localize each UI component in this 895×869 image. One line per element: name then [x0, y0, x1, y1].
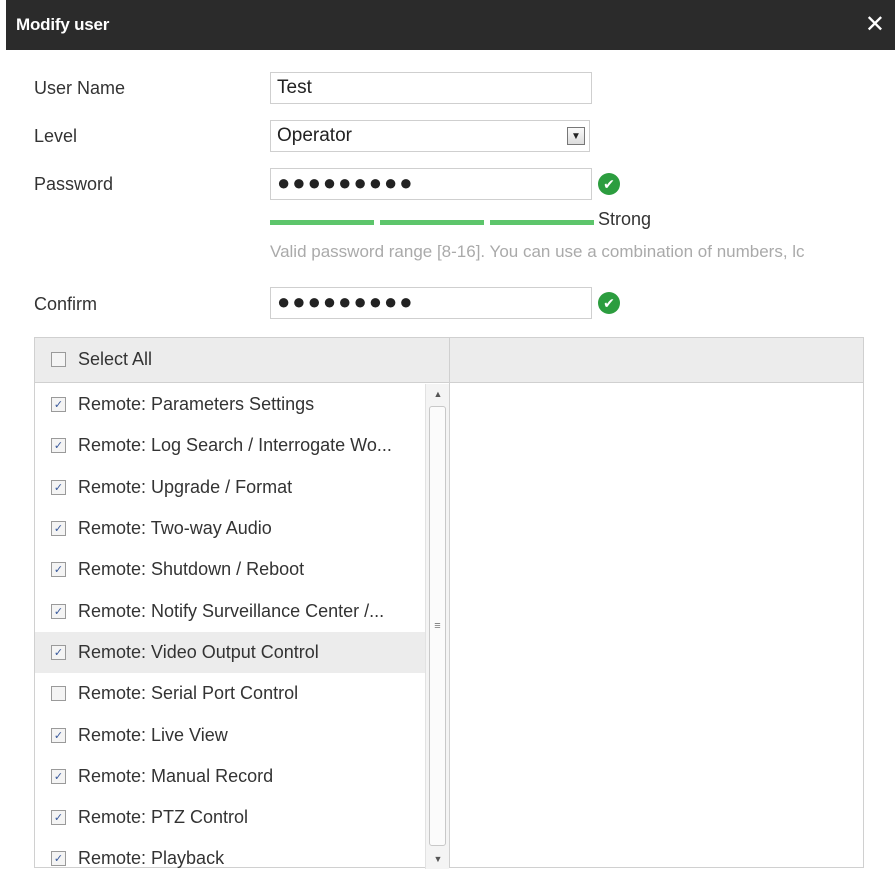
select-all-label: Select All — [78, 349, 153, 369]
scroll-up-icon[interactable]: ▲ — [426, 384, 450, 404]
strength-bar-segment-1 — [270, 220, 374, 225]
strength-bar-segment-2 — [380, 220, 484, 225]
password-field[interactable]: ●●●●●●●●● — [270, 168, 592, 200]
close-icon[interactable]: ✕ — [865, 13, 895, 37]
checkbox[interactable]: ✓ — [51, 727, 66, 743]
checkbox[interactable]: ✓ — [51, 644, 66, 660]
permission-item[interactable]: Remote: Serial Port Control — [35, 673, 425, 714]
permission-item[interactable]: ✓ Remote: PTZ Control — [35, 797, 425, 838]
permission-label: Remote: Parameters Settings — [78, 394, 315, 415]
list-scrollbar[interactable]: ▲ ≡ ▼ — [425, 384, 449, 869]
strength-label: Strong — [598, 209, 652, 229]
permission-label: Remote: Log Search / Interrogate Wo... — [78, 435, 392, 456]
panel-divider — [449, 338, 450, 867]
checkbox[interactable] — [51, 352, 66, 367]
username-label: User Name — [34, 78, 126, 98]
permission-list: ✓ Remote: Parameters Settings ✓ Remote: Lo… — [35, 384, 425, 869]
password-hint: Valid password range [8-16]. You can use… — [270, 242, 805, 261]
scroll-thumb[interactable]: ≡ — [429, 406, 446, 846]
checkbox[interactable]: ✓ — [51, 562, 66, 578]
permission-label: Remote: PTZ Control — [78, 807, 249, 828]
check-circle-icon: ✔ — [598, 173, 620, 195]
permission-label: Remote: Playback — [78, 848, 225, 869]
checkbox[interactable]: ✓ — [51, 810, 66, 826]
level-label: Level — [34, 126, 78, 146]
grip-icon: ≡ — [434, 620, 441, 632]
permission-label: Remote: Two-way Audio — [78, 518, 272, 539]
permission-item[interactable]: ✓ Remote: Manual Record — [35, 756, 425, 797]
checkbox[interactable]: ✓ — [51, 851, 66, 867]
strength-bar-segment-3 — [490, 220, 594, 225]
permission-label: Remote: Serial Port Control — [78, 683, 299, 704]
permission-label: Remote: Shutdown / Reboot — [78, 559, 305, 580]
checkbox[interactable]: ✓ — [51, 479, 66, 495]
dialog-titlebar: Modify user ✕ — [6, 0, 895, 50]
checkbox[interactable]: ✓ — [51, 397, 66, 413]
dialog-title: Modify user — [16, 15, 110, 34]
level-select[interactable]: Operator ▼ — [270, 120, 590, 152]
permissions-panel: Select All ✓ Remote: Parameters Settings … — [34, 337, 864, 869]
permission-item[interactable]: ✓ Remote: Upgrade / Format — [35, 467, 425, 508]
permission-label: Remote: Notify Surveillance Center /... — [78, 600, 385, 621]
permission-item[interactable]: ✓ Remote: Live View — [35, 714, 425, 755]
permission-label: Remote: Manual Record — [78, 765, 274, 786]
checkbox[interactable]: ✓ — [51, 438, 66, 454]
confirm-label: Confirm — [34, 294, 98, 314]
permission-label: Remote: Video Output Control — [78, 641, 319, 662]
confirm-password-field[interactable]: ●●●●●●●●● — [270, 287, 592, 319]
permission-item[interactable]: ✓ Remote: Parameters Settings — [35, 384, 425, 425]
permission-label: Remote: Live View — [78, 724, 228, 745]
permission-item[interactable]: ✓ Remote: Notify Surveillance Center /... — [35, 590, 425, 631]
permission-item[interactable]: ✓ Remote: Log Search / Interrogate Wo... — [35, 425, 425, 466]
password-label: Password — [34, 174, 114, 194]
checkbox[interactable] — [51, 686, 66, 702]
checkbox[interactable]: ✓ — [51, 603, 66, 619]
check-circle-icon: ✔ — [598, 292, 620, 314]
scroll-down-icon[interactable]: ▼ — [426, 849, 450, 869]
chevron-down-icon[interactable]: ▼ — [567, 127, 585, 145]
level-value: Operator — [277, 125, 352, 146]
permission-label: Remote: Upgrade / Format — [78, 476, 293, 497]
username-field[interactable]: Test — [270, 72, 592, 104]
checkbox[interactable]: ✓ — [51, 521, 66, 537]
permission-item[interactable]: ✓ Remote: Two-way Audio — [35, 508, 425, 549]
permission-item[interactable]: ✓ Remote: Playback — [35, 838, 425, 869]
permission-item-highlighted[interactable]: ✓ Remote: Video Output Control — [35, 631, 425, 674]
checkbox[interactable]: ✓ — [51, 768, 66, 784]
permission-item[interactable]: ✓ Remote: Shutdown / Reboot — [35, 549, 425, 590]
select-all-checkbox[interactable]: Select All — [51, 349, 152, 370]
